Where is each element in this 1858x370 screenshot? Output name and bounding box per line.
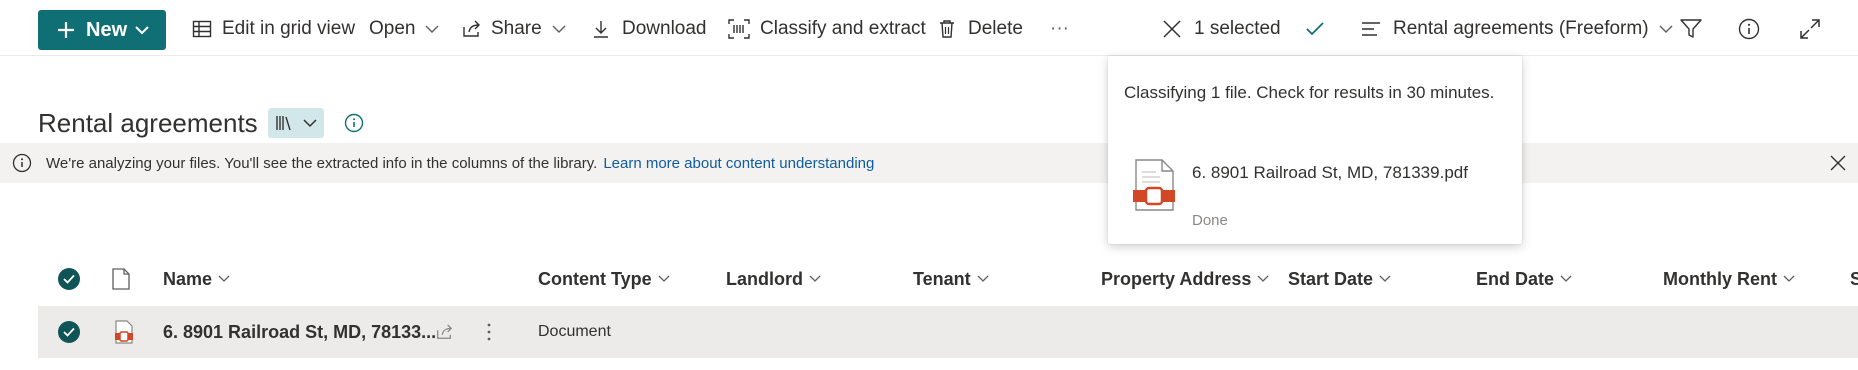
row-share-button[interactable] <box>434 306 454 358</box>
vertical-ellipsis-icon <box>487 323 491 341</box>
column-header-end-date[interactable]: End Date <box>1476 262 1572 296</box>
column-header-tenant[interactable]: Tenant <box>913 262 989 296</box>
selected-count: 1 selected <box>1194 18 1281 39</box>
scan-icon <box>728 19 750 39</box>
view-switcher-button[interactable] <box>267 108 324 138</box>
delete-label: Delete <box>968 18 1023 39</box>
delete-button[interactable]: Delete <box>938 8 1023 50</box>
edit-grid-view-button[interactable]: Edit in grid view <box>192 8 355 50</box>
classify-extract-button[interactable]: Classify and extract <box>728 8 926 50</box>
classification-callout: Classifying 1 file. Check for results in… <box>1108 56 1522 244</box>
view-selector[interactable]: Rental agreements (Freeform) <box>1361 8 1673 50</box>
close-icon[interactable] <box>1830 155 1846 171</box>
chevron-down-icon <box>218 275 230 282</box>
expand-icon <box>1800 19 1820 39</box>
fullscreen-button[interactable] <box>1799 8 1821 50</box>
column-landlord-label: Landlord <box>726 268 803 289</box>
grid-icon <box>192 20 212 38</box>
download-label: Download <box>622 18 707 39</box>
checkmark-icon <box>1306 22 1324 36</box>
chevron-down-icon <box>552 25 566 33</box>
column-header-name[interactable]: Name <box>163 262 230 296</box>
info-icon <box>12 153 32 173</box>
details-pane-button[interactable] <box>1738 8 1760 50</box>
filter-button[interactable] <box>1680 8 1702 50</box>
chevron-down-icon <box>977 275 989 282</box>
chevron-down-icon <box>1379 275 1391 282</box>
column-name-label: Name <box>163 268 213 289</box>
column-header-property-address[interactable]: Property Address <box>1101 262 1269 296</box>
column-start-date-label: Start Date <box>1288 268 1374 289</box>
column-header-start-date[interactable]: Start Date <box>1288 262 1391 296</box>
column-monthly-rent-label: Monthly Rent <box>1663 268 1777 289</box>
row-more-actions-button[interactable] <box>486 306 492 358</box>
share-button[interactable]: Share <box>461 8 566 50</box>
chevron-down-icon <box>425 25 439 33</box>
chevron-down-icon <box>1257 275 1269 282</box>
chevron-down-icon <box>1560 275 1572 282</box>
chevron-down-icon <box>809 275 821 282</box>
callout-message: Classifying 1 file. Check for results in… <box>1124 83 1495 102</box>
library-icon <box>275 116 291 131</box>
column-header-monthly-rent[interactable]: Monthly Rent <box>1663 262 1795 296</box>
chevron-down-icon <box>135 26 149 35</box>
view-label: Rental agreements (Freeform) <box>1393 18 1649 39</box>
check-circle-icon <box>58 321 80 343</box>
edit-grid-view-label: Edit in grid view <box>222 18 356 39</box>
chevron-down-icon <box>1659 25 1673 33</box>
pdf-file-icon <box>114 306 134 358</box>
close-icon[interactable] <box>1162 19 1182 39</box>
chevron-down-icon <box>1783 275 1795 282</box>
checkmark-button[interactable] <box>1306 8 1324 50</box>
check-circle-icon <box>58 268 80 290</box>
column-header-landlord[interactable]: Landlord <box>726 262 821 296</box>
list-view-icon <box>1362 22 1380 36</box>
pdf-file-icon <box>1132 158 1176 217</box>
page-title: Rental agreements <box>38 107 258 138</box>
download-button[interactable]: Download <box>592 8 707 50</box>
trash-icon <box>940 20 954 38</box>
table-row[interactable]: 6. 8901 Railroad St, MD, 78133... Docume… <box>38 306 1858 358</box>
library-header: Rental agreements <box>38 104 364 142</box>
column-tenant-label: Tenant <box>913 268 971 289</box>
selection-indicator[interactable]: 1 selected <box>1162 8 1281 50</box>
analysis-banner: We're analyzing your files. You'll see t… <box>0 143 1858 183</box>
select-all-checkbox[interactable] <box>58 262 80 296</box>
column-header-overflow[interactable]: S <box>1850 262 1858 296</box>
column-end-date-label: End Date <box>1476 268 1555 289</box>
new-button-label: New <box>86 18 128 41</box>
new-button[interactable]: New <box>38 10 166 50</box>
banner-learn-more-link[interactable]: Learn more about content understanding <box>603 155 874 172</box>
column-overflow-label: S <box>1850 268 1858 289</box>
info-icon <box>1738 18 1760 40</box>
file-name-text: 6. 8901 Railroad St, MD, 78133... <box>163 321 437 342</box>
callout-file-name[interactable]: 6. 8901 Railroad St, MD, 781339.pdf <box>1192 160 1492 185</box>
callout-status: Done <box>1192 212 1228 229</box>
chevron-down-icon <box>658 275 670 282</box>
column-header-content-type[interactable]: Content Type <box>538 262 670 296</box>
column-content-type-label: Content Type <box>538 268 652 289</box>
share-icon <box>463 20 480 37</box>
plus-icon <box>58 22 74 38</box>
document-icon <box>112 268 130 290</box>
share-icon <box>437 324 453 339</box>
chevron-down-icon <box>303 119 317 128</box>
row-content-type: Document <box>538 306 611 358</box>
more-icon: ··· <box>1050 18 1069 39</box>
banner-text: We're analyzing your files. You'll see t… <box>46 154 598 172</box>
file-type-header[interactable] <box>112 262 130 296</box>
filter-icon <box>1680 19 1702 38</box>
download-icon <box>594 21 608 38</box>
library-info-icon[interactable] <box>344 113 364 133</box>
content-type-text: Document <box>538 323 611 340</box>
column-property-address-label: Property Address <box>1101 268 1252 289</box>
command-bar: New Edit in grid view Open Share Downloa… <box>0 0 1858 56</box>
open-button[interactable]: Open <box>369 8 439 50</box>
open-label: Open <box>369 18 416 39</box>
share-label: Share <box>491 18 542 39</box>
row-select-checkbox[interactable] <box>58 306 80 358</box>
classify-extract-label: Classify and extract <box>760 18 926 39</box>
row-file-name[interactable]: 6. 8901 Railroad St, MD, 78133... <box>163 306 436 358</box>
more-button[interactable]: ··· <box>1050 8 1069 50</box>
